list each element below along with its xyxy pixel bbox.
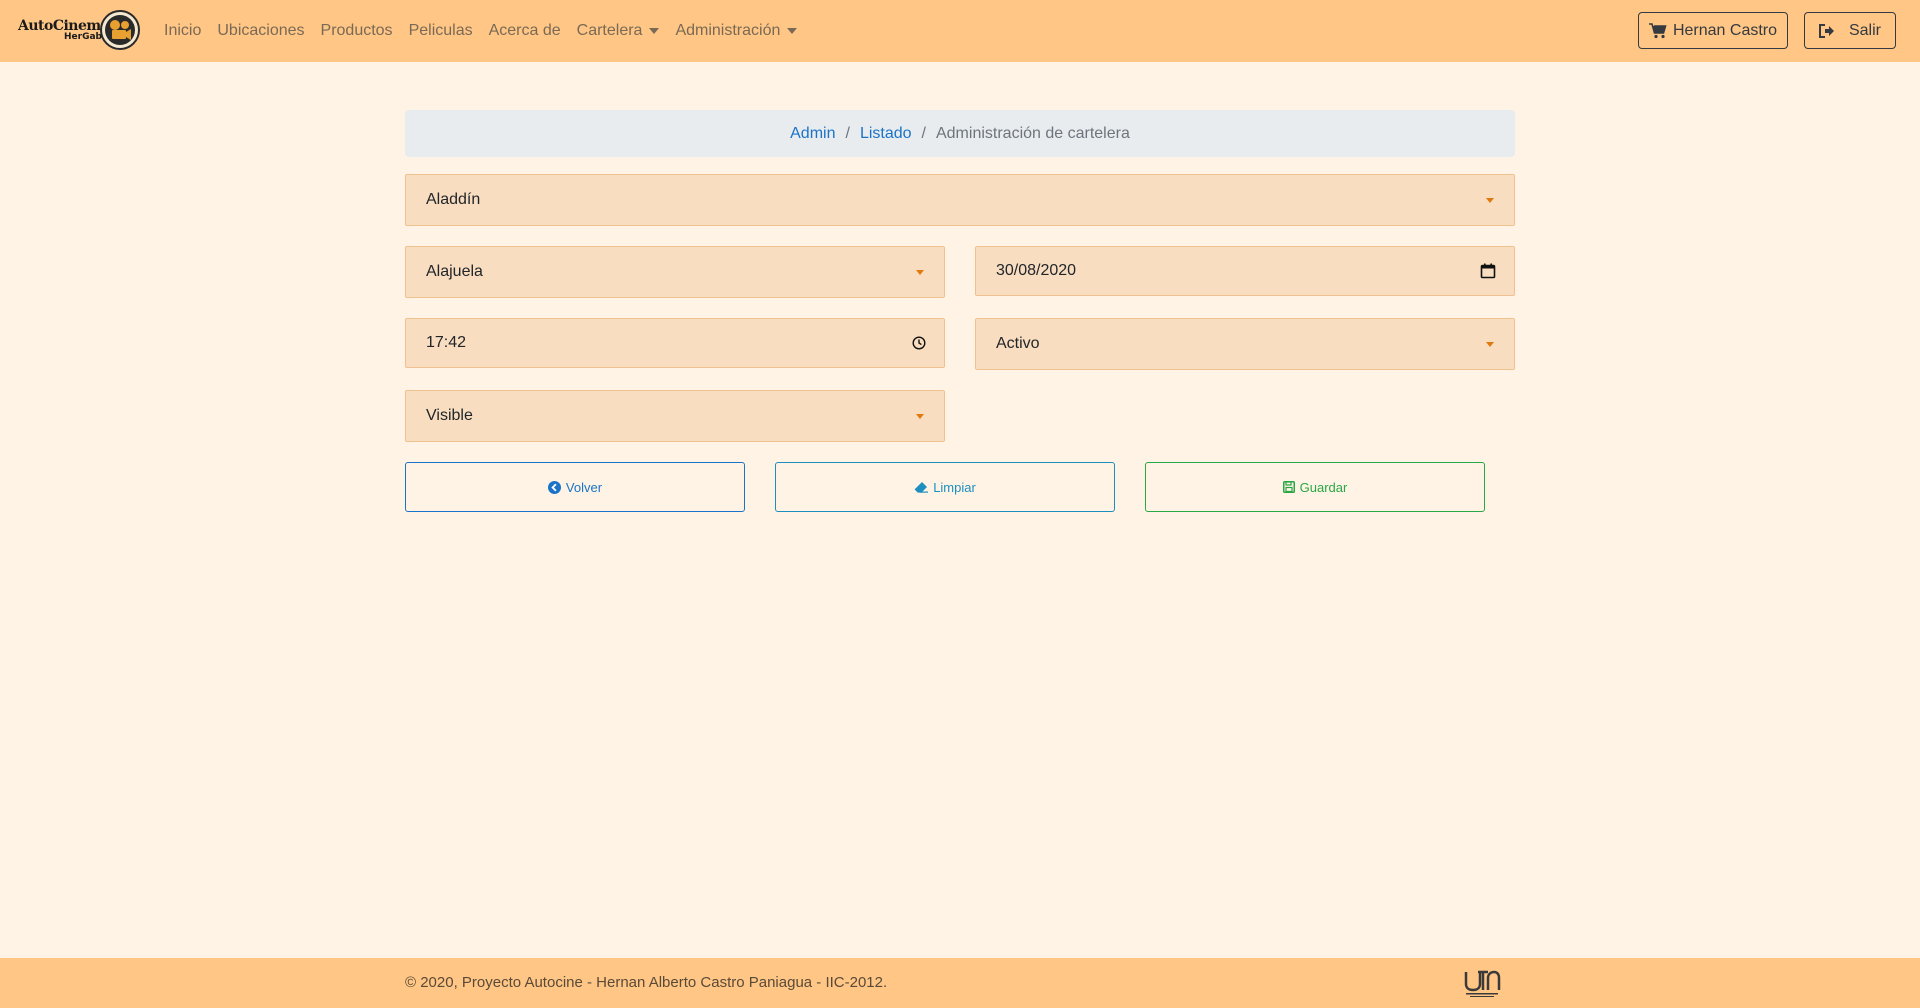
breadcrumb-separator: /	[921, 124, 926, 142]
navbar: AutoCinema HerGab Inicio Ubicaciones Pro…	[0, 0, 1920, 62]
nav-peliculas[interactable]: Peliculas	[409, 22, 473, 40]
clear-label: Limpiar	[933, 479, 976, 495]
eraser-icon	[914, 481, 929, 493]
main-nav: Inicio Ubicaciones Productos Peliculas A…	[164, 0, 813, 62]
calendar-icon[interactable]	[1480, 263, 1496, 279]
caret-down-icon	[1486, 198, 1494, 203]
nav-ubicaciones[interactable]: Ubicaciones	[217, 22, 304, 40]
cart-icon	[1648, 22, 1667, 39]
visibility-select[interactable]: Visible	[405, 390, 945, 442]
back-button[interactable]: Volver	[405, 462, 745, 512]
nav-cartelera-label: Cartelera	[576, 22, 643, 39]
brand-logo-link[interactable]: AutoCinema HerGab	[14, 8, 144, 54]
clock-icon[interactable]	[912, 336, 926, 350]
nav-acerca-de[interactable]: Acerca de	[489, 22, 561, 40]
footer: © 2020, Proyecto Autocine - Hernan Alber…	[0, 958, 1920, 1008]
brand-subname: HerGab	[64, 32, 102, 42]
movie-select[interactable]: Aladdín	[405, 174, 1515, 226]
visibility-select-value: Visible	[426, 407, 473, 424]
location-select-value: Alajuela	[426, 263, 483, 280]
user-cart-button[interactable]: Hernan Castro	[1638, 12, 1788, 49]
breadcrumb-current: Administración de cartelera	[935, 124, 1130, 142]
time-input[interactable]: 17:42	[405, 318, 945, 368]
save-label: Guardar	[1299, 479, 1348, 495]
caret-down-icon	[1486, 342, 1494, 347]
save-button[interactable]: Guardar	[1145, 462, 1485, 512]
status-select-value: Activo	[996, 335, 1040, 352]
nav-productos[interactable]: Productos	[321, 22, 393, 40]
caret-down-icon	[787, 27, 798, 34]
back-label: Volver	[565, 479, 603, 495]
breadcrumb-separator: /	[845, 124, 850, 142]
nav-inicio[interactable]: Inicio	[164, 22, 201, 40]
sign-out-icon	[1819, 23, 1835, 38]
footer-copyright: © 2020, Proyecto Autocine - Hernan Alber…	[405, 974, 888, 991]
logout-label: Salir	[1848, 21, 1881, 39]
date-input-value: 30/08/2020	[996, 262, 1077, 279]
caret-down-icon	[916, 270, 924, 275]
user-name-label: Hernan Castro	[1672, 21, 1778, 39]
date-input[interactable]: 30/08/2020	[975, 246, 1515, 296]
film-camera-logo-icon	[100, 10, 140, 50]
breadcrumb: Admin / Listado / Administración de cart…	[405, 110, 1515, 157]
nav-cartelera-dropdown[interactable]: Cartelera	[577, 22, 660, 40]
caret-down-icon	[916, 414, 924, 419]
status-select[interactable]: Activo	[975, 318, 1515, 370]
time-input-value: 17:42	[426, 334, 467, 351]
clear-button[interactable]: Limpiar	[775, 462, 1115, 512]
location-select[interactable]: Alajuela	[405, 246, 945, 298]
logout-button[interactable]: Salir	[1804, 12, 1896, 49]
nav-administracion-label: Administración	[675, 22, 781, 39]
chevron-left-circle-icon	[547, 480, 561, 494]
nav-administracion-dropdown[interactable]: Administración	[675, 22, 798, 40]
caret-down-icon	[649, 27, 660, 34]
breadcrumb-listado[interactable]: Listado	[860, 125, 912, 143]
utn-logo-icon	[1464, 970, 1501, 997]
movie-select-value: Aladdín	[426, 191, 481, 208]
breadcrumb-admin[interactable]: Admin	[790, 125, 835, 143]
floppy-disk-icon	[1282, 481, 1295, 493]
